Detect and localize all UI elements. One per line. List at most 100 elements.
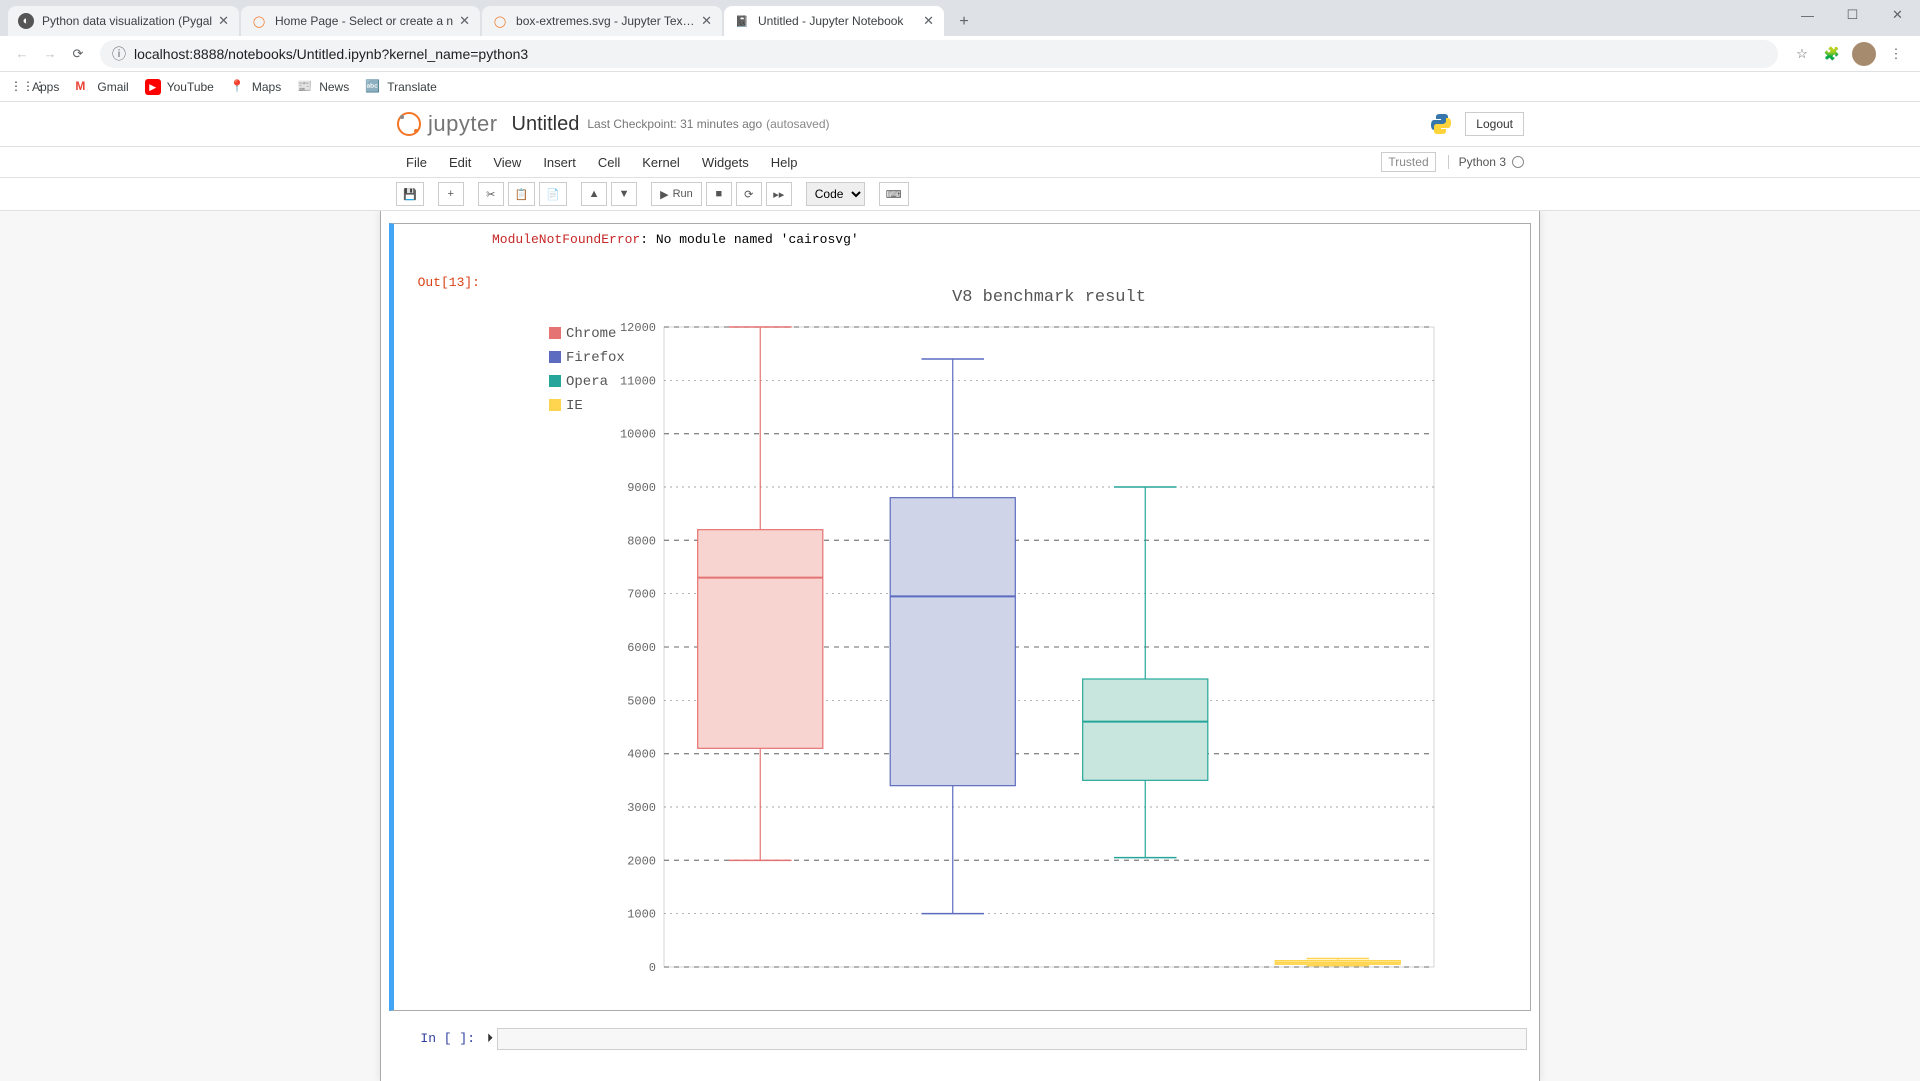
error-output: ModuleNotFoundError: No module named 'ca… (492, 232, 1522, 247)
browser-tab[interactable]: ◯ box-extremes.svg - Jupyter Text E ✕ (482, 6, 722, 36)
notebook-container[interactable]: ModuleNotFoundError: No module named 'ca… (0, 211, 1920, 1081)
menu-kernel[interactable]: Kernel (632, 151, 690, 174)
y-tick-label: 7000 (627, 588, 656, 602)
jupyter-logo-icon (396, 111, 422, 137)
news-bookmark[interactable]: 📰News (297, 79, 349, 95)
box (1083, 679, 1208, 780)
maximize-button[interactable]: ☐ (1830, 0, 1875, 30)
menu-help[interactable]: Help (761, 151, 808, 174)
translate-bookmark[interactable]: 🔤Translate (365, 79, 437, 95)
chart-title: V8 benchmark result (952, 288, 1146, 307)
y-tick-label: 4000 (627, 748, 656, 762)
back-button[interactable]: ← (8, 40, 36, 68)
legend-swatch (549, 375, 561, 387)
maps-icon: 📍 (230, 79, 246, 95)
copy-button[interactable]: 📋 (508, 182, 536, 206)
notebook-title[interactable]: Untitled (512, 113, 580, 136)
youtube-icon: ▶ (145, 79, 161, 95)
menu-insert[interactable]: Insert (533, 151, 586, 174)
kernel-name[interactable]: Python 3 (1448, 155, 1524, 169)
y-tick-label: 8000 (627, 534, 656, 548)
restart-button[interactable]: ⟳ (736, 182, 762, 206)
maps-bookmark[interactable]: 📍Maps (230, 79, 281, 95)
new-tab-button[interactable]: + (950, 8, 978, 36)
cell-type-select[interactable]: Code (806, 182, 865, 206)
favicon: ◐ (18, 13, 34, 29)
tab-title: Python data visualization (Pygal (42, 14, 212, 28)
menu-icon[interactable]: ⋮ (1886, 44, 1906, 64)
play-icon: ▶ (660, 188, 668, 201)
code-cell-empty[interactable]: In [ ]: ⏵ (389, 1023, 1531, 1054)
youtube-bookmark[interactable]: ▶YouTube (145, 79, 214, 95)
y-tick-label: 0 (649, 961, 656, 975)
cut-button[interactable]: ✂ (478, 182, 504, 206)
jupyter-logo-text: jupyter (428, 111, 498, 137)
trusted-badge[interactable]: Trusted (1381, 152, 1435, 172)
tab-title: Home Page - Select or create a n (275, 14, 453, 28)
favicon: ◯ (251, 13, 267, 29)
code-input[interactable] (497, 1028, 1527, 1050)
jupyter-logo[interactable]: jupyter (396, 111, 498, 137)
y-tick-label: 12000 (620, 321, 656, 335)
add-cell-button[interactable]: + (438, 182, 464, 206)
save-button[interactable]: 💾 (396, 182, 424, 206)
y-tick-label: 11000 (620, 374, 656, 388)
y-tick-label: 9000 (627, 481, 656, 495)
legend-swatch (549, 327, 561, 339)
legend-label: IE (566, 398, 583, 414)
command-palette-button[interactable]: ⌨ (879, 182, 909, 206)
site-info-icon[interactable]: ⓘ (112, 44, 126, 64)
restart-run-all-button[interactable]: ▸▸ (766, 182, 792, 206)
y-tick-label: 6000 (627, 641, 656, 655)
jupyter-header: jupyter Untitled Last Checkpoint: 31 min… (380, 102, 1540, 146)
news-icon: 📰 (297, 79, 313, 95)
gmail-icon: M (75, 79, 91, 95)
profile-avatar[interactable] (1852, 42, 1876, 66)
run-button[interactable]: ▶Run (651, 182, 702, 206)
browser-tab[interactable]: ◐ Python data visualization (Pygal ✕ (8, 6, 239, 36)
browser-tab-active[interactable]: 📓 Untitled - Jupyter Notebook ✕ (724, 6, 944, 36)
extensions-icon[interactable]: 🧩 (1822, 44, 1842, 64)
legend-label: Chrome (566, 326, 616, 342)
close-window-button[interactable]: ✕ (1875, 0, 1920, 30)
toolbar: 💾 + ✂ 📋 📄 ▲ ▼ ▶Run ■ ⟳ ▸▸ Code ⌨ (380, 178, 1540, 210)
apps-bookmark[interactable]: ⋮⋮⋮Apps (10, 79, 59, 95)
run-caret-icon: ⏵ (487, 1032, 493, 1046)
menu-cell[interactable]: Cell (588, 151, 630, 174)
close-icon[interactable]: ✕ (459, 13, 470, 29)
menu-edit[interactable]: Edit (439, 151, 481, 174)
gmail-bookmark[interactable]: MGmail (75, 79, 128, 95)
y-tick-label: 2000 (627, 854, 656, 868)
paste-button[interactable]: 📄 (539, 182, 567, 206)
menu-view[interactable]: View (483, 151, 531, 174)
close-icon[interactable]: ✕ (218, 13, 229, 29)
browser-tab[interactable]: ◯ Home Page - Select or create a n ✕ (241, 6, 480, 36)
move-up-button[interactable]: ▲ (581, 182, 607, 206)
close-icon[interactable]: ✕ (923, 13, 934, 29)
browser-tab-strip: ◐ Python data visualization (Pygal ✕ ◯ H… (0, 0, 1920, 36)
close-icon[interactable]: ✕ (701, 13, 712, 29)
stop-button[interactable]: ■ (706, 182, 732, 206)
bookmark-star-icon[interactable]: ☆ (1792, 44, 1812, 64)
y-tick-label: 3000 (627, 801, 656, 815)
y-tick-label: 1000 (627, 908, 656, 922)
logout-button[interactable]: Logout (1465, 112, 1524, 136)
box (890, 498, 1015, 786)
menu-widgets[interactable]: Widgets (692, 151, 759, 174)
output-prompt: Out[13]: (398, 271, 488, 1006)
code-cell-active[interactable]: ModuleNotFoundError: No module named 'ca… (389, 223, 1531, 1011)
forward-button[interactable]: → (36, 40, 64, 68)
legend-label: Opera (566, 374, 608, 390)
move-down-button[interactable]: ▼ (611, 182, 637, 206)
box (698, 530, 823, 749)
reload-button[interactable]: ⟳ (64, 40, 92, 68)
tab-title: box-extremes.svg - Jupyter Text E (516, 14, 695, 28)
python-icon (1429, 112, 1453, 136)
y-tick-label: 10000 (620, 428, 656, 442)
chart-output: V8 benchmark result010002000300040005000… (488, 271, 1526, 1006)
input-prompt: In [ ]: (393, 1027, 483, 1050)
menu-file[interactable]: File (396, 151, 437, 174)
autosave-text: (autosaved) (766, 117, 829, 131)
minimize-button[interactable]: — (1785, 0, 1830, 30)
url-input[interactable]: ⓘ localhost:8888/notebooks/Untitled.ipyn… (100, 40, 1778, 68)
